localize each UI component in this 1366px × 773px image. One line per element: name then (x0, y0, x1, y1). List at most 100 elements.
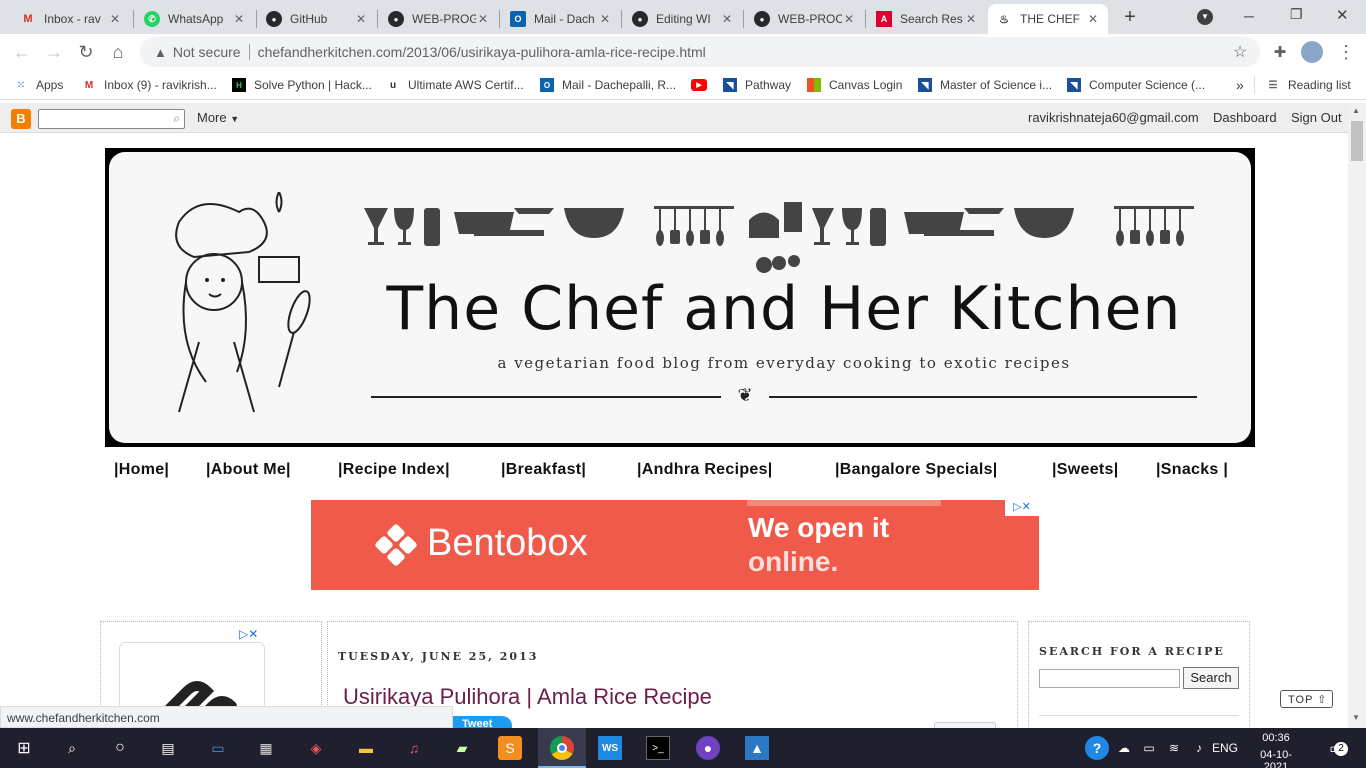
close-icon[interactable]: ✕ (354, 12, 368, 26)
menu-andhra-recipes[interactable]: |Andhra Recipes| (637, 461, 773, 479)
tab-whatsapp[interactable]: ✆ WhatsApp ✕ (136, 4, 254, 34)
menu-dots-icon[interactable]: ⋮ (1334, 40, 1358, 64)
not-secure-label[interactable]: Not secure (173, 44, 241, 60)
dashboard-link[interactable]: Dashboard (1213, 110, 1277, 125)
warning-icon[interactable]: ▲ (154, 45, 167, 60)
search-icon[interactable]: ⌕ (173, 111, 180, 126)
menu-bangalore-specials[interactable]: |Bangalore Specials| (835, 461, 998, 479)
more-bookmarks-chevron-icon[interactable]: » (1236, 76, 1244, 94)
blog-search-input[interactable]: ⌕ (38, 109, 185, 129)
close-icon[interactable]: ✕ (108, 12, 122, 26)
menu-breakfast[interactable]: |Breakfast| (501, 461, 586, 479)
menu-about-me[interactable]: |About Me| (206, 461, 291, 479)
app-icon[interactable]: ◈ (304, 736, 328, 760)
minimize-icon[interactable]: ─ (1244, 8, 1260, 24)
photos-icon[interactable]: ▲ (745, 736, 769, 760)
menu-recipe-index[interactable]: |Recipe Index| (338, 461, 450, 479)
close-icon[interactable]: ✕ (598, 12, 612, 26)
adchoices-icon[interactable]: ▷✕ (239, 627, 258, 641)
menu-snacks[interactable]: |Snacks | (1156, 461, 1228, 479)
tab-web-prog[interactable]: ● WEB-PROG ✕ (380, 4, 498, 34)
bookmark-pathway[interactable]: ◥ Pathway (723, 76, 791, 94)
window-close-icon[interactable]: ✕ (1336, 6, 1352, 24)
close-icon[interactable]: ✕ (1086, 12, 1100, 26)
blog-header-banner[interactable]: The Chef and Her Kitchen a vegetarian fo… (105, 148, 1255, 447)
bookmark-computer-science[interactable]: ◥ Computer Science (... (1067, 76, 1205, 94)
bookmark-master-of-science[interactable]: ◥ Master of Science i... (918, 76, 1052, 94)
tab-search-results[interactable]: A Search Res ✕ (868, 4, 986, 34)
tab-search-icon[interactable]: ▼ (1197, 9, 1213, 25)
close-icon[interactable]: ✕ (720, 12, 734, 26)
reading-list-icon: ☰ (1268, 79, 1278, 91)
windows-start-icon[interactable]: ⊞ (12, 736, 36, 760)
app-icon[interactable]: ▰ (450, 736, 474, 760)
sign-out-link[interactable]: Sign Out (1291, 110, 1342, 125)
extensions-puzzle-icon[interactable]: ✚ (1268, 40, 1292, 64)
clock-time[interactable]: 00:36 (1248, 732, 1304, 744)
scroll-down-icon[interactable]: ▼ (1352, 713, 1360, 722)
reload-icon[interactable]: ↻ (74, 40, 98, 64)
bookmark-udemy[interactable]: u Ultimate AWS Certif... (386, 76, 524, 94)
tab-the-chef[interactable]: ♨ THE CHEF ✕ (988, 4, 1108, 34)
wifi-icon[interactable]: ≋ (1162, 736, 1186, 760)
status-url-bubble: www.chefandherkitchen.com (0, 706, 453, 728)
home-icon[interactable]: ⌂ (106, 40, 130, 64)
reading-list-button[interactable]: ☰ Reading list (1266, 76, 1351, 94)
chrome-active-tab[interactable] (538, 728, 586, 768)
webstorm-icon[interactable]: WS (598, 736, 622, 760)
cortana-icon[interactable]: ○ (108, 736, 132, 760)
outlook-icon: O (510, 11, 526, 27)
search-icon[interactable]: ⌕ (60, 736, 84, 760)
language-indicator[interactable]: ENG (1212, 741, 1238, 755)
recipe-search-button[interactable]: Search (1183, 667, 1239, 689)
close-icon[interactable]: ✕ (842, 12, 856, 26)
battery-icon[interactable]: ▭ (1137, 736, 1161, 760)
bookmark-canvas[interactable]: Canvas Login (807, 76, 902, 94)
onedrive-icon[interactable]: ☁ (1112, 736, 1136, 760)
new-tab-plus-icon[interactable]: + (1118, 6, 1142, 30)
adchoices-icon[interactable]: ▷✕ (1005, 500, 1039, 516)
post-date: TUESDAY, JUNE 25, 2013 (338, 650, 539, 663)
tab-editing[interactable]: ● Editing WI ✕ (624, 4, 742, 34)
forward-arrow-icon[interactable]: → (42, 40, 66, 64)
close-icon[interactable]: ✕ (476, 12, 490, 26)
page-scrollbar[interactable]: ▲ ▼ (1348, 103, 1366, 728)
task-view-icon[interactable]: ▤ (156, 736, 180, 760)
address-bar[interactable]: ▲ Not secure chefandherkitchen.com/2013/… (140, 37, 1260, 67)
url-text[interactable]: chefandherkitchen.com/2013/06/usirikaya-… (258, 44, 706, 60)
monitor-app-icon[interactable]: ▭ (206, 736, 230, 760)
tab-web-proc[interactable]: ● WEB-PROC ✕ (746, 4, 864, 34)
bookmark-apps[interactable]: ⁙ Apps (14, 76, 64, 94)
recipe-search-input[interactable] (1039, 669, 1180, 688)
close-icon[interactable]: ✕ (964, 12, 978, 26)
clock-date[interactable]: 04-10-2021 (1248, 749, 1304, 773)
github-desktop-icon[interactable]: ● (696, 736, 720, 760)
bookmark-inbox[interactable]: M Inbox (9) - ravikrish... (82, 76, 217, 94)
bookmark-outlook-mail[interactable]: O Mail - Dachepalli, R... (540, 76, 676, 94)
menu-sweets[interactable]: |Sweets| (1052, 461, 1119, 479)
terminal-icon[interactable]: >_ (646, 736, 670, 760)
more-dropdown[interactable]: More ▼ (197, 110, 239, 125)
tab-github[interactable]: ● GitHub ✕ (258, 4, 376, 34)
bookmark-star-icon[interactable]: ☆ (1228, 40, 1252, 64)
back-arrow-icon[interactable]: ← (10, 40, 34, 64)
help-icon[interactable]: ? (1085, 736, 1109, 760)
file-explorer-icon[interactable]: ▬ (354, 736, 378, 760)
tab-gmail[interactable]: M Inbox - rav ✕ (12, 4, 130, 34)
volume-icon[interactable]: ♪ (1187, 736, 1211, 760)
tab-outlook-mail[interactable]: O Mail - Dach ✕ (502, 4, 620, 34)
close-icon[interactable]: ✕ (232, 12, 246, 26)
store-icon[interactable]: ▦ (254, 736, 278, 760)
bookmark-youtube[interactable]: ▶ (691, 76, 715, 94)
itunes-icon[interactable]: ♫ (402, 736, 426, 760)
scrollbar-thumb[interactable] (1351, 121, 1363, 161)
scroll-up-icon[interactable]: ▲ (1352, 106, 1360, 115)
profile-avatar[interactable] (1301, 41, 1323, 63)
restore-icon[interactable]: ❐ (1290, 6, 1306, 23)
sublime-text-icon[interactable]: S (498, 736, 522, 760)
blogger-logo-icon[interactable]: B (11, 109, 31, 129)
bentobox-ad-banner[interactable]: Bentobox We open it online. ▷✕ (311, 500, 1039, 590)
back-to-top-button[interactable]: TOP ⇧ (1280, 690, 1333, 708)
bookmark-hackerrank[interactable]: H Solve Python | Hack... (232, 76, 372, 94)
menu-home[interactable]: |Home| (114, 461, 169, 479)
